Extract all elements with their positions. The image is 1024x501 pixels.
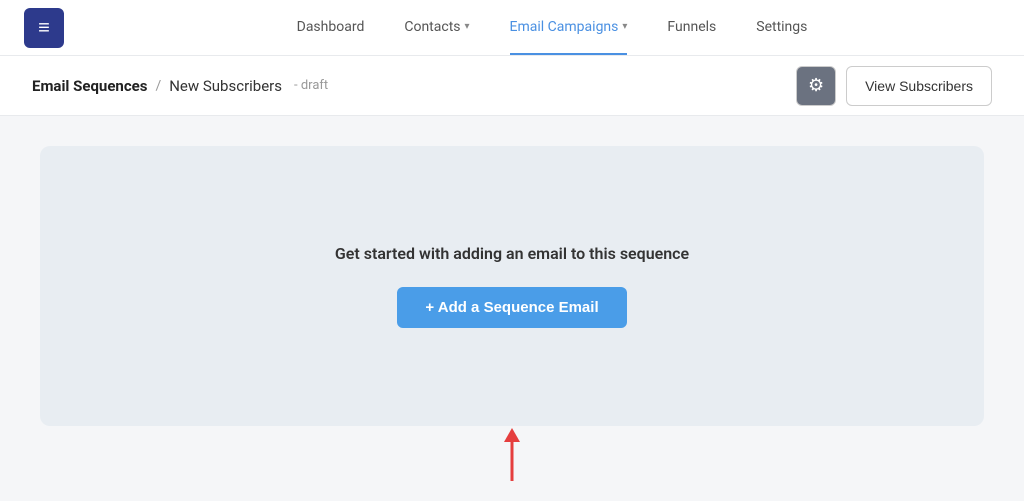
nav-item-settings[interactable]: Settings (756, 1, 807, 55)
main-content: Get started with adding an email to this… (0, 116, 1024, 501)
nav-item-email-campaigns[interactable]: Email Campaigns ▾ (510, 1, 628, 55)
settings-button[interactable]: ⚙ (796, 66, 836, 106)
subheader-actions: ⚙ View Subscribers (796, 66, 992, 106)
breadcrumb-status: - draft (294, 78, 328, 93)
nav-item-dashboard[interactable]: Dashboard (297, 1, 365, 55)
breadcrumb-parent[interactable]: Email Sequences (32, 77, 147, 95)
chevron-down-icon: ▾ (622, 21, 627, 32)
breadcrumb-current: New Subscribers (169, 77, 282, 95)
logo-icon: ≡ (38, 15, 50, 40)
sequence-empty-card: Get started with adding an email to this… (40, 146, 984, 426)
red-arrow-icon (492, 426, 532, 486)
nav-label-email-campaigns: Email Campaigns (510, 19, 619, 35)
nav-links: Dashboard Contacts ▾ Email Campaigns ▾ F… (104, 1, 1000, 55)
nav-label-funnels: Funnels (667, 19, 716, 35)
breadcrumb-separator: / (155, 78, 161, 94)
nav-label-settings: Settings (756, 19, 807, 35)
breadcrumb: Email Sequences / New Subscribers - draf… (32, 77, 328, 95)
logo[interactable]: ≡ (24, 8, 64, 48)
navbar: ≡ Dashboard Contacts ▾ Email Campaigns ▾… (0, 0, 1024, 56)
nav-item-contacts[interactable]: Contacts ▾ (404, 1, 469, 55)
arrow-annotation (492, 418, 532, 486)
chevron-down-icon: ▾ (465, 21, 470, 32)
nav-label-dashboard: Dashboard (297, 19, 365, 35)
gear-icon: ⚙ (808, 75, 824, 96)
add-sequence-email-button[interactable]: + Add a Sequence Email (397, 287, 626, 328)
empty-state-text: Get started with adding an email to this… (335, 244, 689, 263)
nav-item-funnels[interactable]: Funnels (667, 1, 716, 55)
nav-label-contacts: Contacts (404, 19, 460, 35)
view-subscribers-button[interactable]: View Subscribers (846, 66, 992, 106)
subheader: Email Sequences / New Subscribers - draf… (0, 56, 1024, 116)
